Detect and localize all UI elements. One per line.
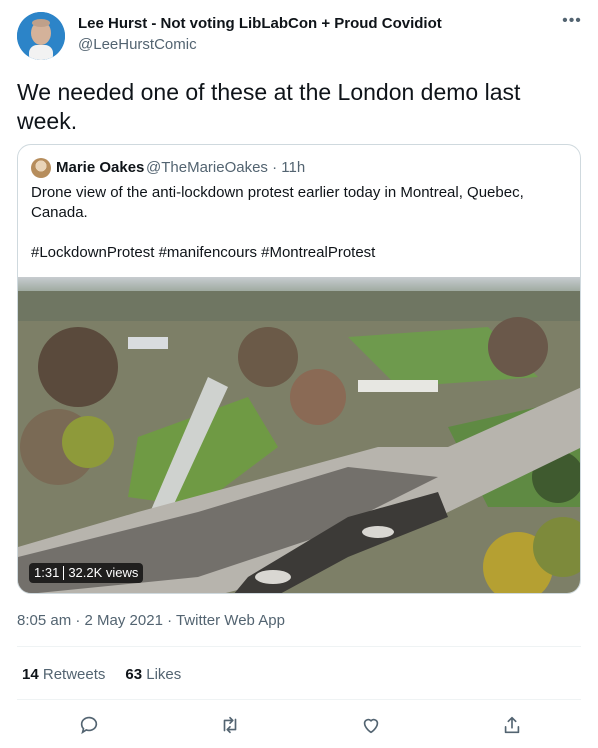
divider xyxy=(17,699,581,700)
divider xyxy=(17,646,581,647)
share-icon xyxy=(504,716,520,734)
action-bar xyxy=(0,712,598,738)
video-player[interactable]: 1:31 32.2K views xyxy=(18,277,580,593)
quoted-avatar xyxy=(31,158,51,178)
timestamp[interactable]: 8:05 am · 2 May 2021 · Twitter Web App xyxy=(17,612,285,629)
author-name[interactable]: Lee Hurst - Not voting LibLabCon + Proud… xyxy=(78,15,442,32)
video-duration: 1:31 xyxy=(34,565,60,580)
tweet-detail: Lee Hurst - Not voting LibLabCon + Proud… xyxy=(0,0,598,748)
retweets-label: Retweets xyxy=(42,666,106,683)
video-views: 32.2K views xyxy=(68,565,139,580)
reply-icon xyxy=(80,716,98,735)
quoted-text: Drone view of the anti-lockdown protest … xyxy=(31,184,524,261)
avatar[interactable] xyxy=(17,12,65,60)
retweet-button[interactable] xyxy=(217,712,243,738)
author-handle[interactable]: @LeeHurstComic xyxy=(78,36,197,53)
like-icon xyxy=(363,718,379,734)
retweets-stat[interactable]: 14 Retweets xyxy=(22,666,105,683)
tweet-text: We needed one of these at the London dem… xyxy=(17,79,521,134)
video-thumbnail xyxy=(18,277,580,593)
like-button[interactable] xyxy=(358,712,384,738)
quoted-author-name: Marie Oakes xyxy=(56,159,145,176)
retweets-count: 14 xyxy=(22,666,39,683)
likes-label: Likes xyxy=(146,666,182,683)
share-button[interactable] xyxy=(499,712,525,738)
likes-stat[interactable]: 63 Likes xyxy=(125,666,181,683)
video-badge: 1:31 32.2K views xyxy=(29,563,144,583)
reply-button[interactable] xyxy=(76,712,102,738)
quoted-tweet[interactable]: Marie Oakes @TheMarieOakes · 11h Drone v… xyxy=(17,144,581,594)
engagement-stats: 14 Retweets 63 Likes xyxy=(22,666,181,683)
more-icon[interactable]: ••• xyxy=(560,13,584,34)
quoted-author-meta: @TheMarieOakes · 11h xyxy=(146,159,306,176)
retweet-icon xyxy=(223,716,237,734)
likes-count: 63 xyxy=(125,666,143,683)
